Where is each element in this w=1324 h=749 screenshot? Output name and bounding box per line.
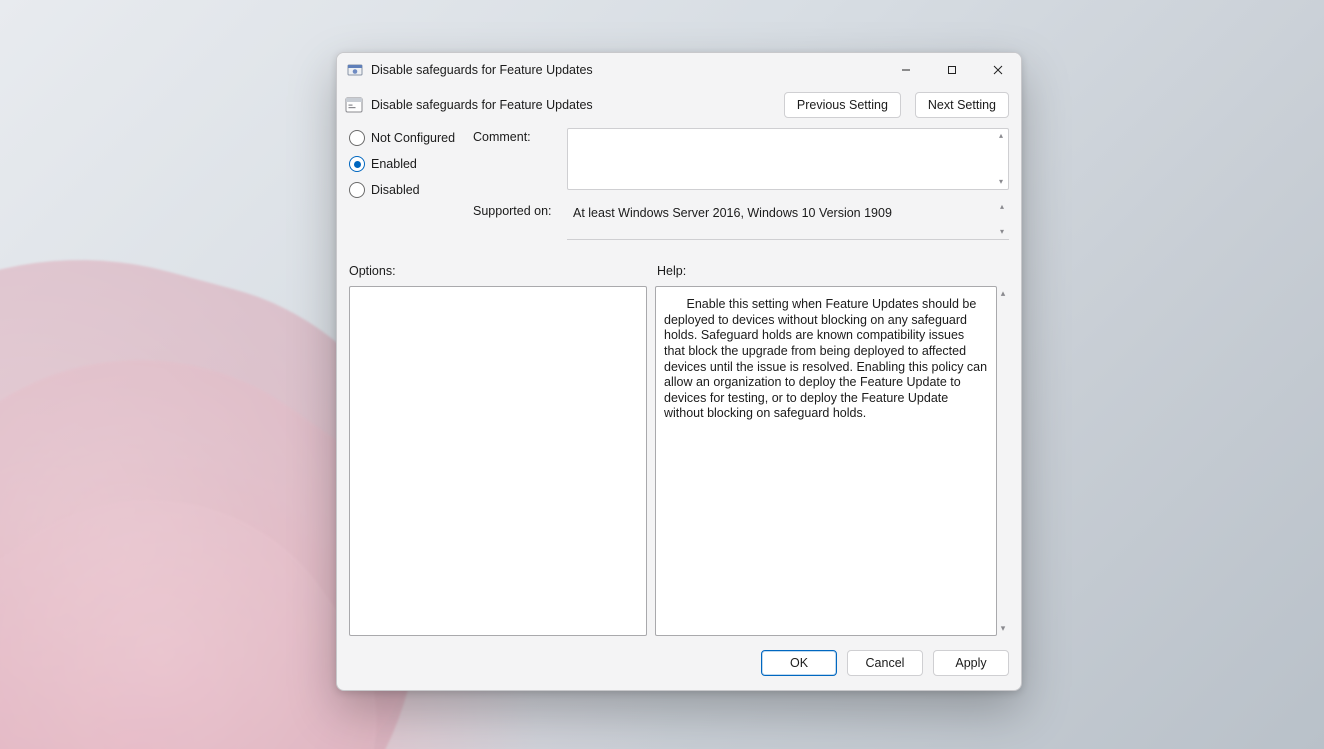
state-radio-group: Not Configured Enabled Disabled (349, 128, 469, 198)
window-title: Disable safeguards for Feature Updates (371, 63, 593, 77)
options-label: Options: (349, 264, 647, 278)
dialog-header: Disable safeguards for Feature Updates P… (337, 86, 1021, 118)
scroll-up-icon[interactable]: ▴ (998, 203, 1006, 211)
apply-button[interactable]: Apply (933, 650, 1009, 676)
radio-label: Not Configured (371, 131, 455, 145)
previous-setting-button[interactable]: Previous Setting (784, 92, 901, 118)
radio-not-configured[interactable]: Not Configured (349, 130, 469, 146)
radio-label: Disabled (371, 183, 420, 197)
scroll-down-icon[interactable]: ▾ (997, 178, 1005, 186)
options-pane (349, 286, 647, 636)
help-text: Enable this setting when Feature Updates… (664, 297, 988, 422)
policy-dialog-window: Disable safeguards for Feature Updates (336, 52, 1022, 691)
supported-on-label: Supported on: (473, 196, 563, 218)
scroll-down-icon[interactable]: ▾ (998, 228, 1006, 236)
help-pane[interactable]: Enable this setting when Feature Updates… (655, 286, 997, 636)
scroll-up-icon[interactable]: ▴ (997, 132, 1005, 140)
scroll-up-icon[interactable]: ▴ (1001, 288, 1006, 299)
ok-button[interactable]: OK (761, 650, 837, 676)
radio-disabled[interactable]: Disabled (349, 182, 469, 198)
next-setting-button[interactable]: Next Setting (915, 92, 1009, 118)
maximize-button[interactable] (929, 53, 975, 86)
help-label: Help: (657, 264, 686, 278)
supported-on-value: At least Windows Server 2016, Windows 10… (573, 206, 892, 220)
app-icon (347, 62, 363, 78)
close-button[interactable] (975, 53, 1021, 86)
radio-enabled[interactable]: Enabled (349, 156, 469, 172)
scroll-down-icon[interactable]: ▾ (1001, 623, 1006, 634)
help-scrollbar[interactable]: ▴ ▾ (997, 286, 1009, 636)
radio-label: Enabled (371, 157, 417, 171)
radio-icon (349, 156, 365, 172)
supported-on-field: At least Windows Server 2016, Windows 10… (567, 200, 1009, 240)
policy-icon (345, 96, 363, 114)
comment-label: Comment: (473, 128, 563, 144)
radio-icon (349, 130, 365, 146)
minimize-button[interactable] (883, 53, 929, 86)
radio-icon (349, 182, 365, 198)
desktop-wallpaper: Disable safeguards for Feature Updates (0, 0, 1324, 749)
dialog-footer: OK Cancel Apply (337, 636, 1021, 690)
titlebar[interactable]: Disable safeguards for Feature Updates (337, 53, 1021, 86)
policy-title: Disable safeguards for Feature Updates (371, 98, 593, 112)
comment-input[interactable]: ▴ ▾ (567, 128, 1009, 190)
cancel-button[interactable]: Cancel (847, 650, 923, 676)
